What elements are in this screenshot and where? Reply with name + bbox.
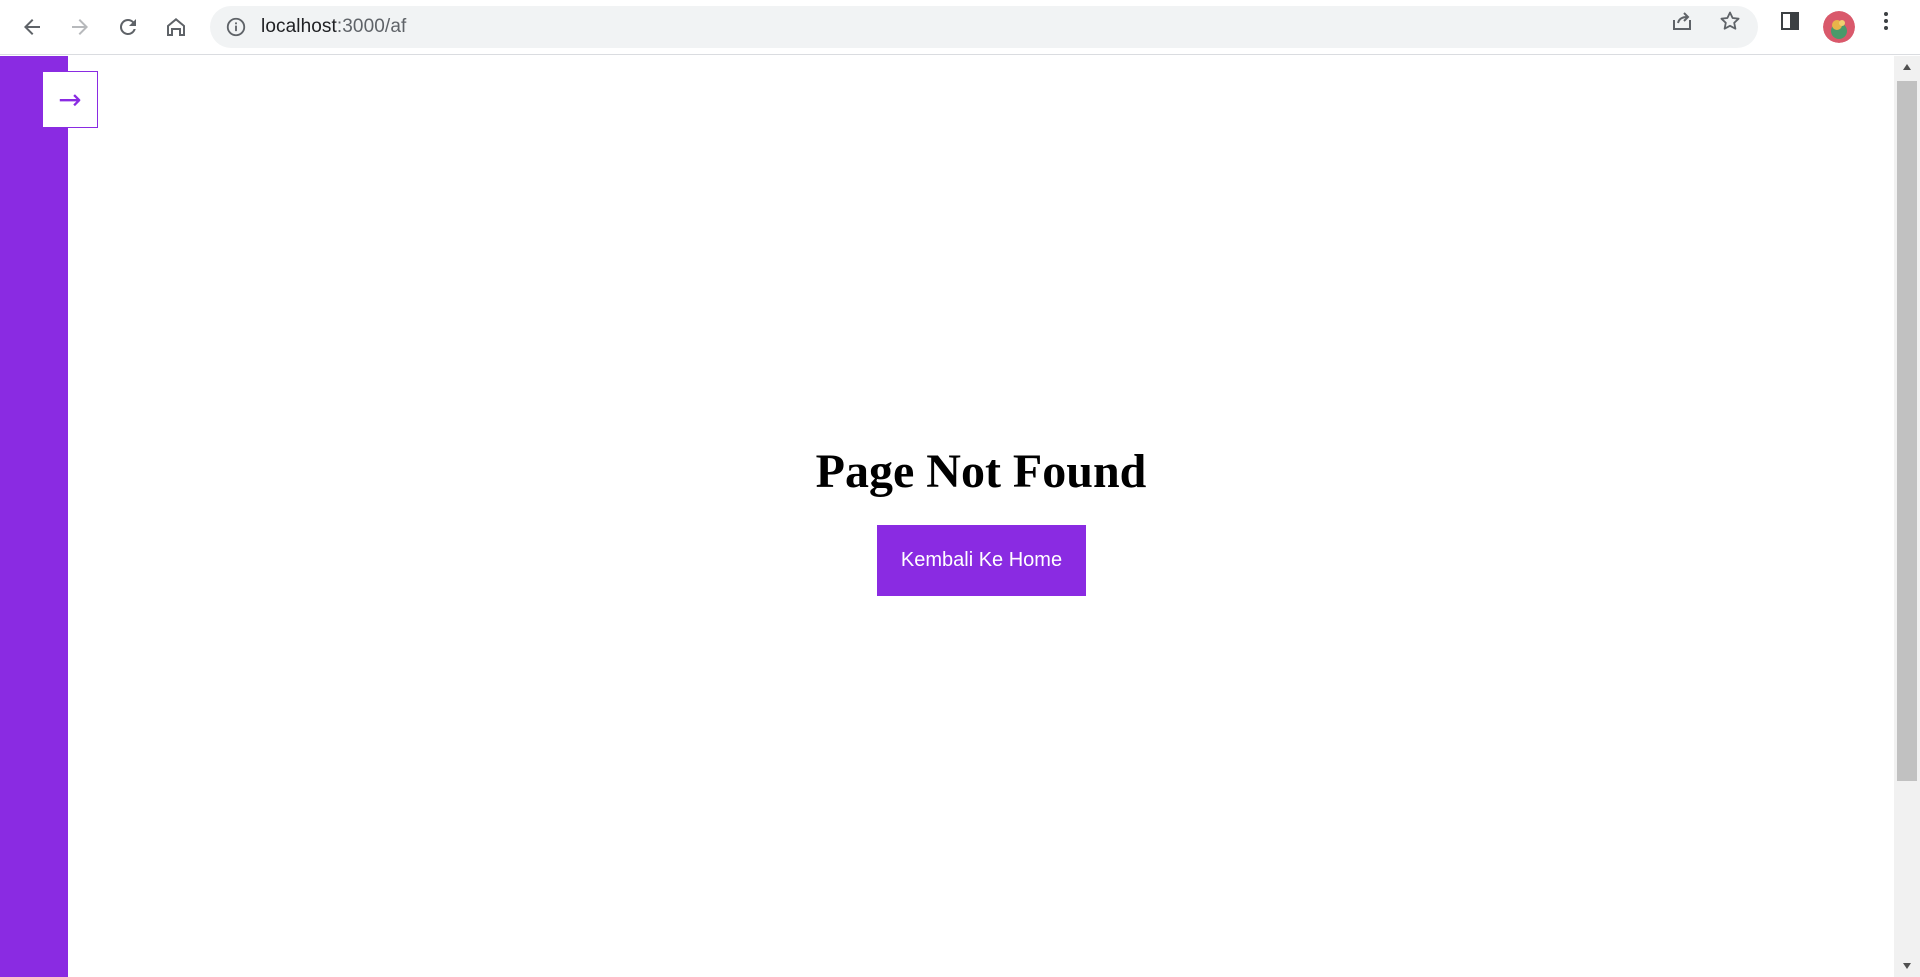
reload-button[interactable] [110,9,146,45]
share-button[interactable] [1670,9,1694,33]
reload-icon [119,18,136,35]
profile-avatar[interactable] [1823,11,1855,43]
sidebar [0,56,68,977]
back-to-home-button[interactable]: Kembali Ke Home [877,525,1086,596]
arrow-left-icon [24,19,40,35]
scroll-up-arrow[interactable] [1894,56,1920,78]
bookmark-button[interactable] [1718,9,1742,33]
info-icon[interactable] [224,15,248,39]
not-found-container: Page Not Found Kembali Ke Home [68,56,1894,977]
side-panel-button[interactable] [1778,9,1802,33]
share-icon [1673,12,1691,30]
home-button-browser[interactable] [158,9,194,45]
page-viewport: → Page Not Found Kembali Ke Home [0,56,1920,977]
triangle-down-icon [1903,963,1911,969]
scroll-down-arrow[interactable] [1894,955,1920,977]
address-bar[interactable]: localhost:3000/af [210,6,1758,48]
triangle-up-icon [1903,64,1911,70]
side-panel-icon [1781,12,1799,30]
avatar-image-icon [1823,11,1855,43]
url-host: localhost [261,16,337,37]
url-text: localhost:3000/af [261,6,406,48]
url-path: :3000/af [336,16,407,37]
home-icon [167,18,185,36]
forward-button[interactable] [62,9,98,45]
star-icon [1720,11,1740,30]
kebab-menu-icon [1884,12,1888,30]
back-button[interactable] [14,9,50,45]
arrow-right-icon [72,19,88,35]
page-title: Page Not Found [815,445,1147,498]
vertical-scrollbar[interactable] [1894,56,1920,977]
scroll-thumb[interactable] [1897,81,1917,781]
browser-toolbar: localhost:3000/af [0,0,1920,55]
browser-menu-button[interactable] [1874,9,1898,33]
